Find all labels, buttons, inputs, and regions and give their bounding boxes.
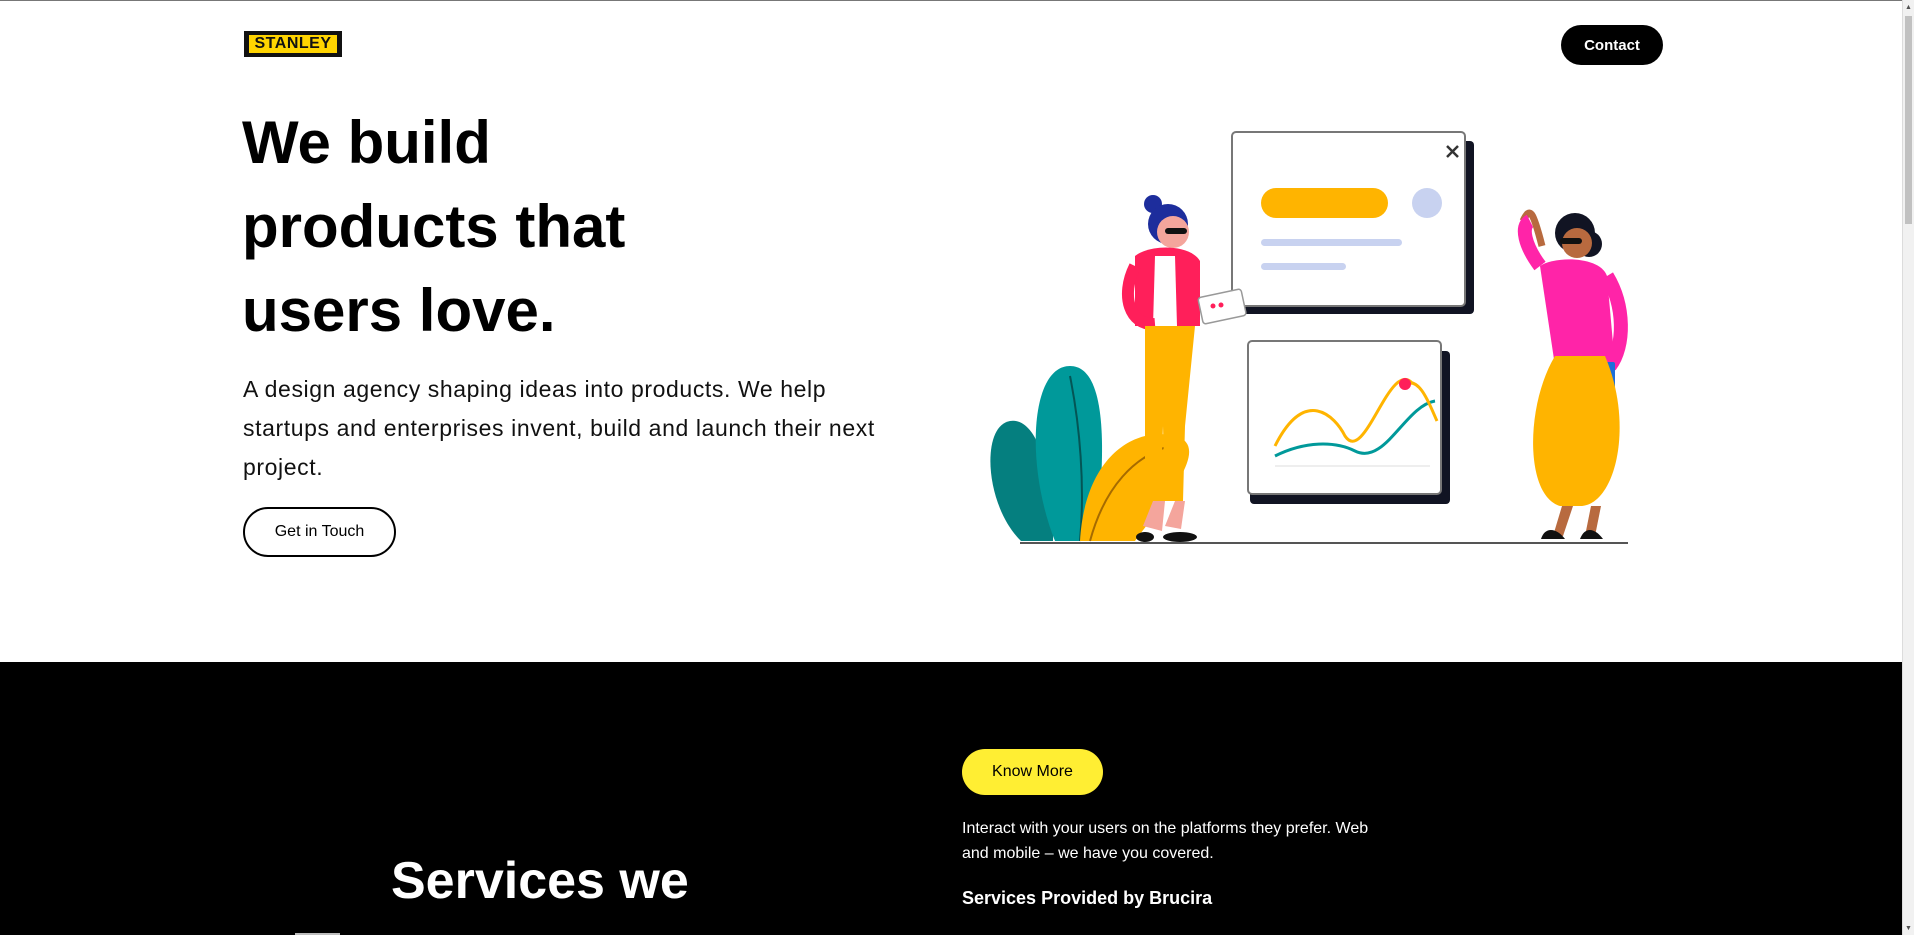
services-title: Services we	[391, 852, 689, 910]
hero-illustration	[990, 131, 1628, 544]
dashboard-card-chart	[1247, 340, 1450, 504]
chevron-down-icon[interactable]: ▼	[1903, 921, 1914, 935]
hero-title-line: We build	[242, 109, 491, 176]
hero-description: A design agency shaping ideas into produ…	[243, 376, 875, 480]
get-in-touch-button[interactable]: Get in Touch	[243, 507, 396, 557]
page: STANLEY Contact We build products that u…	[0, 0, 1902, 935]
stanley-logo[interactable]: STANLEY	[244, 31, 342, 57]
vertical-scrollbar[interactable]: ▲ ▼	[1902, 0, 1914, 935]
hero-title-line: users love.	[242, 277, 556, 344]
services-section	[0, 662, 1902, 935]
hero-title: We build products that users love.	[242, 101, 762, 353]
logo-text: STANLEY	[249, 35, 337, 53]
services-description: Interact with your users on the platform…	[962, 820, 1369, 862]
dashboard-card-top	[1231, 131, 1474, 314]
chevron-up-icon[interactable]: ▲	[1903, 0, 1914, 14]
know-more-button[interactable]: Know More	[962, 749, 1103, 795]
hero-title-line: products that	[242, 193, 626, 260]
person-left-illustration	[1121, 195, 1247, 542]
scrollbar-thumb[interactable]	[1905, 16, 1912, 224]
contact-button[interactable]: Contact	[1561, 25, 1663, 65]
services-provided-heading: Services Provided by Brucira	[962, 888, 1213, 908]
person-right-illustration	[1517, 209, 1628, 539]
